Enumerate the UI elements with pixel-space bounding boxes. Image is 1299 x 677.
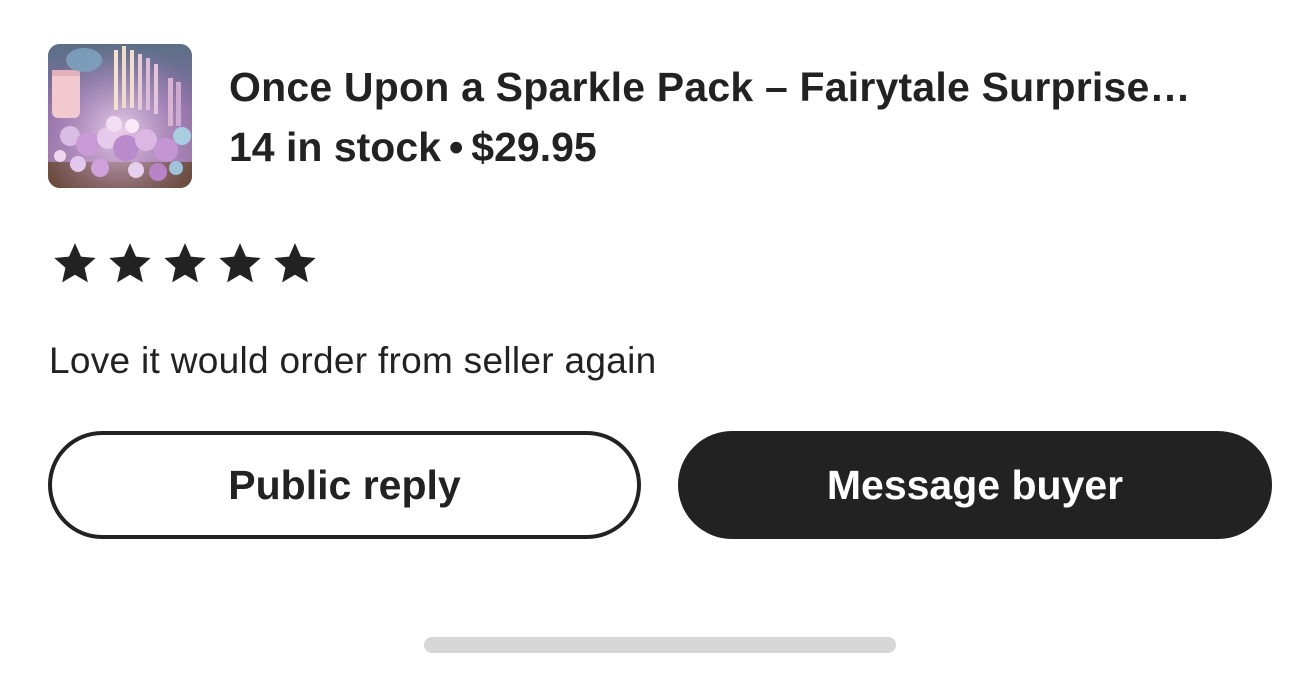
- star-icon: [162, 240, 208, 286]
- product-info: Once Upon a Sparkle Pack – Fairytale Sur…: [229, 62, 1274, 172]
- stock-count: 14 in stock: [229, 124, 441, 170]
- star-rating: [52, 240, 318, 288]
- product-price: $29.95: [471, 124, 597, 170]
- product-header[interactable]: Once Upon a Sparkle Pack – Fairytale Sur…: [48, 44, 1278, 188]
- star-icon: [272, 240, 318, 286]
- product-thumbnail-image: [48, 44, 192, 188]
- product-meta: 14 in stock • $29.95: [229, 122, 1274, 172]
- star-icon: [217, 240, 263, 286]
- public-reply-button[interactable]: Public reply: [48, 431, 641, 539]
- product-title[interactable]: Once Upon a Sparkle Pack – Fairytale Sur…: [229, 62, 1274, 112]
- meta-separator: •: [448, 124, 464, 170]
- product-thumbnail[interactable]: [48, 44, 192, 188]
- review-text: Love it would order from seller again: [49, 340, 657, 381]
- star-icon: [52, 240, 98, 286]
- review-detail-page: Once Upon a Sparkle Pack – Fairytale Sur…: [0, 0, 1299, 677]
- home-indicator[interactable]: [424, 637, 896, 653]
- message-buyer-button[interactable]: Message buyer: [678, 431, 1272, 539]
- star-icon: [107, 240, 153, 286]
